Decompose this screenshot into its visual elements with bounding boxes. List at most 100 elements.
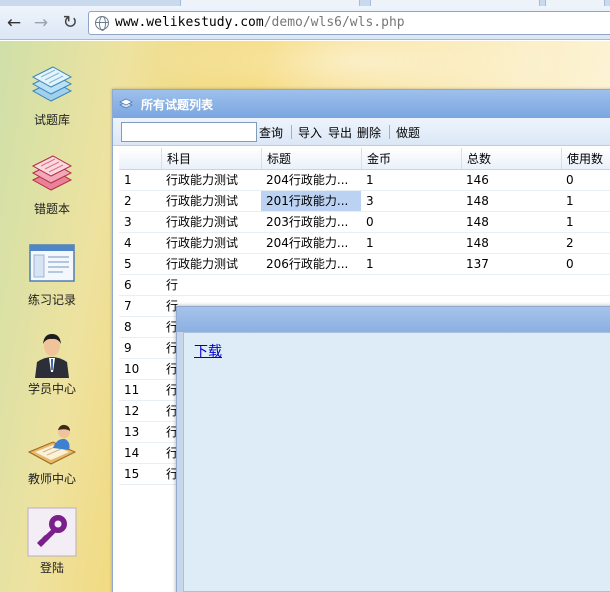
cell-index: 2 [124,194,132,208]
cell-total: 148 [466,194,489,208]
dialog-titlebar[interactable] [177,307,610,332]
cell-total: 148 [466,215,489,229]
address-bar[interactable]: www.welikestudy.com/demo/wls6/wls.php [88,11,610,35]
cell-title: 206行政能力... [266,257,349,271]
cell-title: 204行政能力... [266,236,349,250]
cell-title: 201行政能力... [261,191,361,211]
table-row[interactable]: 6行 [119,275,610,296]
column-header-used[interactable]: 使用数 [561,148,610,169]
cell-index: 5 [124,257,132,271]
cell-total: 148 [466,236,489,250]
reload-icon[interactable]: ↻ [60,13,80,33]
cell-subject: 行政能力测试 [166,215,239,229]
column-header-total[interactable]: 总数 [461,148,561,169]
teacher-center-icon [27,424,77,465]
cell-title: 203行政能力... [266,215,349,229]
grid-header: 科目 标题 金币 总数 使用数 [119,148,610,170]
cell-index: 14 [124,446,140,460]
cell-index: 8 [124,320,132,334]
key-icon [27,507,77,557]
nav-label: 试题库 [33,113,70,127]
table-row[interactable]: 2 行政能力测试 201行政能力... 3 148 1 [119,191,610,212]
question-bank-icon [31,66,73,102]
globe-icon [95,16,109,31]
nav-label: 教师中心 [27,472,76,486]
cell-subject: 行政能力测试 [166,194,239,208]
cell-index: 1 [124,173,132,187]
cell-coins: 1 [366,257,374,271]
cell-index: 3 [124,215,132,229]
import-button[interactable]: 导入 [298,124,322,141]
cell-index: 15 [124,467,140,481]
cell-coins [361,275,461,295]
url-host: www.welikestudy.com [115,15,264,30]
nav-practice-record[interactable]: 练习记录 [18,239,86,308]
cell-used: 0 [566,257,574,271]
cell-title [261,275,361,295]
column-header-coins[interactable]: 金币 [361,148,461,169]
table-row[interactable]: 3 行政能力测试 203行政能力... 0 148 1 [119,212,610,233]
cell-used [561,275,610,295]
student-center-icon [35,334,69,378]
wrong-answers-icon [31,155,73,191]
practice-button[interactable]: 做题 [396,124,420,141]
nav-label: 登陆 [39,561,64,575]
forward-arrow-icon[interactable]: → [31,13,51,33]
cell-total [461,275,561,295]
cell-coins: 1 [366,173,374,187]
practice-record-icon [29,244,75,282]
table-row[interactable]: 5 行政能力测试 206行政能力... 1 137 0 [119,254,610,275]
cell-subject: 行 [166,278,179,292]
cell-coins: 3 [366,194,374,208]
export-button[interactable]: 导出 [328,124,352,141]
cell-total: 146 [466,173,489,187]
window-titlebar[interactable]: 所有试题列表 [113,90,610,118]
cell-used: 1 [566,194,574,208]
back-arrow-icon[interactable]: ← [4,13,24,33]
toolbar-separator [389,125,390,139]
url-path: /demo/wls6/wls.php [263,15,405,30]
download-link[interactable]: 下载 [194,341,222,361]
query-button[interactable]: 查询 [259,124,283,141]
delete-button[interactable]: 删除 [357,124,381,141]
cell-title: 204行政能力... [266,173,349,187]
table-row[interactable]: 4 行政能力测试 204行政能力... 1 148 2 [119,233,610,254]
nav-login[interactable]: 登陆 [18,507,86,576]
window-icon [119,98,133,109]
cell-coins: 0 [366,215,374,229]
dialog-body: 下载 [183,332,610,592]
cell-subject: 行政能力测试 [166,257,239,271]
column-header-index [119,148,161,169]
cell-used: 0 [566,173,574,187]
cell-index: 7 [124,299,132,313]
column-header-title[interactable]: 标题 [261,148,361,169]
nav-teacher-center[interactable]: 教师中心 [18,418,86,487]
page-background: 试题库 错题本 练习记录 学员中心 教师中心 登陆 所有试题列表 查询 导入 导… [0,41,610,592]
nav-label: 学员中心 [27,382,76,396]
nav-question-bank[interactable]: 试题库 [18,59,86,128]
cell-index: 4 [124,236,132,250]
cell-index: 9 [124,341,132,355]
cell-index: 11 [124,383,140,397]
cell-used: 1 [566,215,574,229]
cell-index: 12 [124,404,140,418]
browser-toolbar: ← → ↻ www.welikestudy.com/demo/wls6/wls.… [0,6,610,40]
cell-total: 137 [466,257,489,271]
download-dialog: 下载 [176,306,610,592]
nav-wrong-answers[interactable]: 错题本 [18,148,86,217]
nav-student-center[interactable]: 学员中心 [18,328,86,397]
table-row[interactable]: 1 行政能力测试 204行政能力... 1 146 0 [119,170,610,191]
cell-subject: 行政能力测试 [166,173,239,187]
window-title: 所有试题列表 [141,98,214,112]
column-header-subject[interactable]: 科目 [161,148,261,169]
cell-index: 13 [124,425,140,439]
url-text[interactable]: www.welikestudy.com/demo/wls6/wls.php [115,15,405,30]
cell-index: 6 [124,278,132,292]
cell-index: 10 [124,362,140,376]
nav-label: 错题本 [33,202,70,216]
grid-toolbar: 查询 导入 导出 删除 做题 [113,118,610,146]
search-input[interactable] [121,122,257,142]
nav-label: 练习记录 [27,293,76,307]
cell-subject: 行政能力测试 [166,236,239,250]
cell-used: 2 [566,236,574,250]
